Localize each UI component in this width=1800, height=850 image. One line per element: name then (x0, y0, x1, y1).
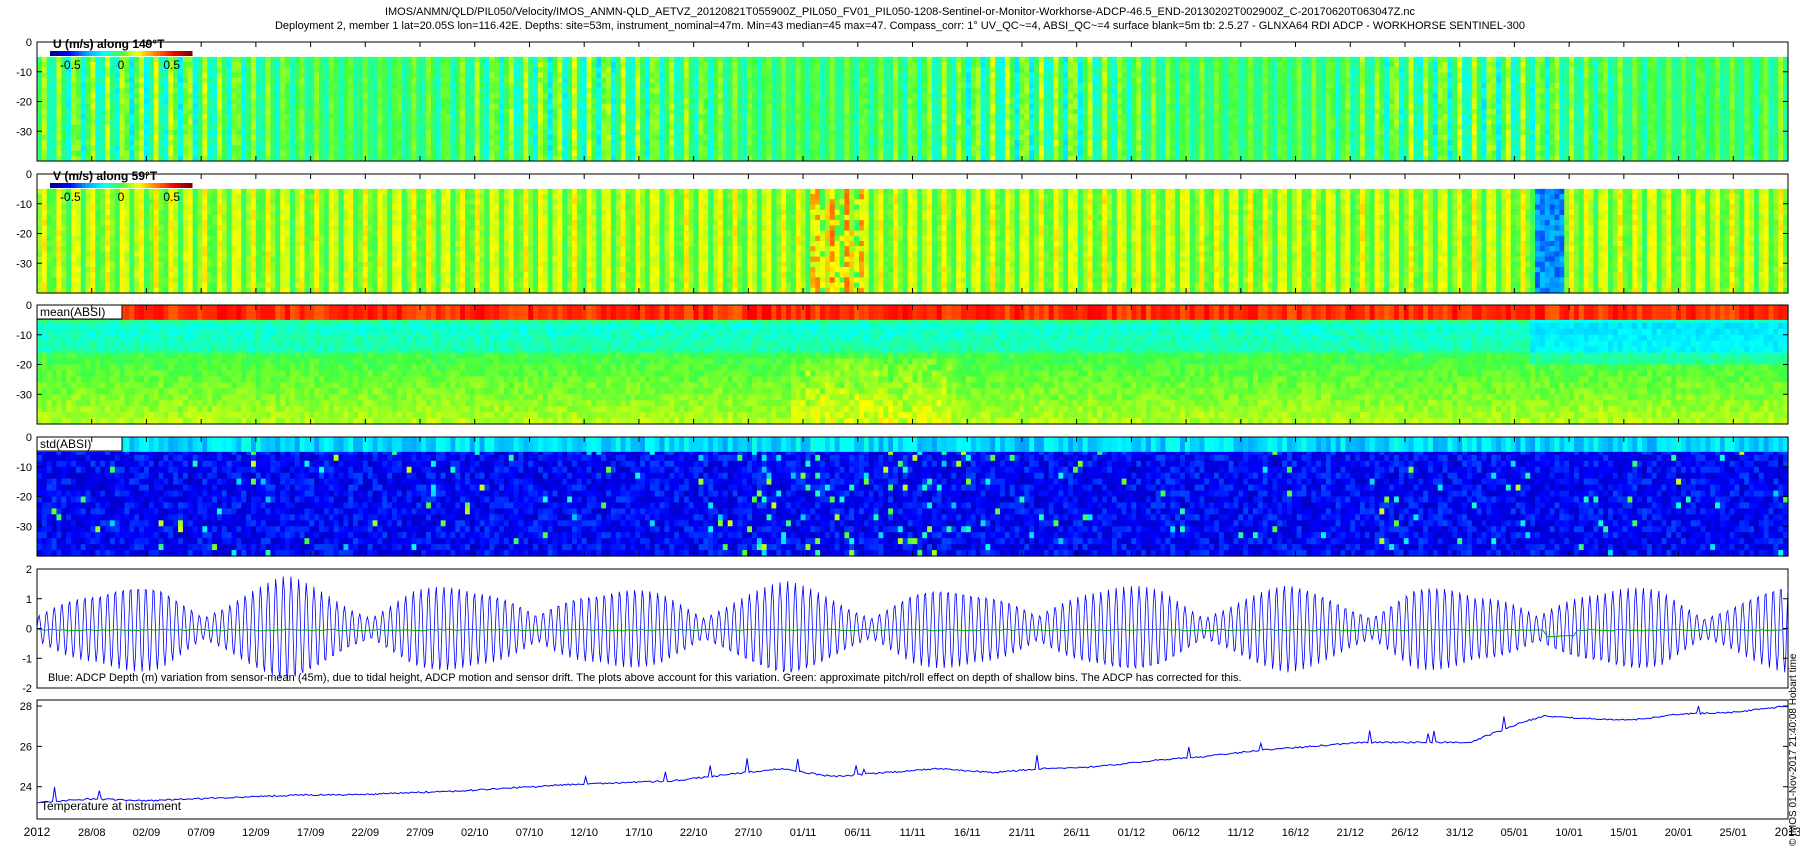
panel2-ytick-label: -20 (16, 229, 32, 241)
panel2-ytick-label: 0 (26, 169, 32, 181)
x-tick-label: 22/09 (352, 827, 380, 839)
x-tick-label: 02/09 (133, 827, 161, 839)
panel1-ytick-label: -20 (16, 97, 32, 109)
panel2-colorbar-tick: 0 (118, 190, 125, 204)
panel5-ytick-label: 1 (26, 594, 32, 606)
figure-canvas: 0-10-20-30U (m/s) along 149°T-0.5 0 0.50-1… (0, 0, 1800, 850)
x-tick-label: 20/01 (1665, 827, 1693, 839)
panel5-ytick-label: -1 (22, 653, 32, 665)
x-tick-label: 2012 (24, 825, 51, 839)
x-tick-label: 12/10 (570, 827, 598, 839)
panel1-heatmap (37, 57, 1789, 162)
x-tick-label: 26/11 (1063, 827, 1090, 839)
x-tick-label: 25/01 (1720, 827, 1748, 839)
panel5-annotation: Blue: ADCP Depth (m) variation from sens… (48, 672, 1242, 684)
panel4-heatmap (37, 437, 1789, 557)
panel6-frame (37, 700, 1788, 819)
panel2-colorbar-tick: 0.5 (163, 190, 180, 204)
panel5-ytick-label: 2 (26, 564, 32, 576)
x-tick-label: 10/01 (1555, 827, 1583, 839)
panel3-ytick-label: -20 (16, 360, 32, 372)
x-tick-label: 07/10 (516, 827, 544, 839)
panel2-colorbar (50, 183, 193, 188)
x-tick-label: 21/11 (1009, 827, 1036, 839)
panel1-ytick-label: -30 (16, 126, 32, 138)
panel4-ytick-label: -20 (16, 492, 32, 504)
x-tick-label: 11/12 (1227, 827, 1254, 839)
panel6-annotation: Temperature at instrument (41, 799, 182, 813)
x-tick-label: 31/12 (1446, 827, 1474, 839)
x-tick-label: 01/11 (790, 827, 817, 839)
x-tick-label: 16/11 (954, 827, 981, 839)
panel1-colorbar-tick: -0.5 (60, 58, 81, 72)
panel4-ytick-label: -10 (16, 462, 32, 474)
copyright-side-label: © IMOS 01-Nov-2017 21:40:08 Hobart time (1788, 654, 1799, 846)
x-tick-label: 12/09 (242, 827, 270, 839)
x-tick-label: 17/09 (297, 827, 325, 839)
x-tick-label: 28/08 (78, 827, 106, 839)
panel2-ytick-label: -10 (16, 199, 32, 211)
panel5-ytick-label: 0 (26, 624, 32, 636)
panel2-title: V (m/s) along 59°T (53, 169, 158, 183)
panel3-ytick-label: -10 (16, 330, 32, 342)
panel1-ytick-label: 0 (26, 37, 32, 49)
panel5-ytick-label: -2 (22, 683, 32, 695)
panel5-frame (37, 569, 1788, 688)
x-tick-label: 02/10 (461, 827, 489, 839)
x-tick-label: 16/12 (1282, 827, 1310, 839)
panel4-title: std(ABSI) (40, 437, 91, 451)
panel1-colorbar-tick: 0 (118, 58, 125, 72)
x-tick-label: 27/10 (735, 827, 763, 839)
panel1-colorbar (50, 51, 193, 56)
x-tick-label: 07/09 (187, 827, 215, 839)
x-tick-label: 27/09 (406, 827, 434, 839)
panel2-heatmap (37, 189, 1789, 294)
panel4-ytick-label: -30 (16, 521, 32, 533)
x-tick-label: 15/01 (1610, 827, 1638, 839)
panel3-ytick-label: -30 (16, 389, 32, 401)
panel2-colorbar-tick: -0.5 (60, 190, 81, 204)
panel3-heatmap (37, 305, 1789, 425)
x-tick-label: 17/10 (625, 827, 653, 839)
x-tick-label: 22/10 (680, 827, 708, 839)
panel4-ytick-label: 0 (26, 432, 32, 444)
panel3-ytick-label: 0 (26, 300, 32, 312)
x-tick-label: 06/12 (1172, 827, 1200, 839)
panel1-colorbar-tick: 0.5 (163, 58, 180, 72)
panel2-ytick-label: -30 (16, 258, 32, 270)
x-tick-label: 06/11 (844, 827, 871, 839)
panel6-ytick-label: 26 (20, 741, 32, 753)
x-tick-label: 21/12 (1336, 827, 1364, 839)
x-tick-label: 01/12 (1118, 827, 1146, 839)
panel3-title: mean(ABSI) (40, 305, 105, 319)
x-tick-label: 26/12 (1391, 827, 1419, 839)
panel6-ytick-label: 28 (20, 701, 32, 713)
panel1-ytick-label: -10 (16, 67, 32, 79)
panel6-ytick-label: 24 (20, 782, 32, 794)
x-tick-label: 05/01 (1501, 827, 1529, 839)
panel1-title: U (m/s) along 149°T (53, 37, 165, 51)
x-tick-label: 11/11 (900, 827, 926, 839)
